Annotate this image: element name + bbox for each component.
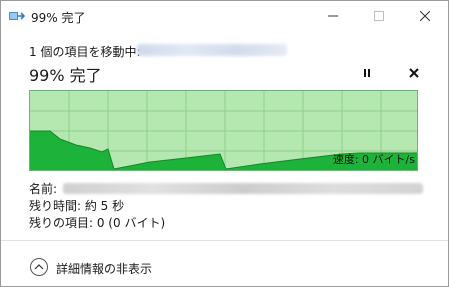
maximize-button[interactable] — [356, 1, 402, 31]
items-remaining: 残りの項目: 0 (0 バイト) — [29, 216, 166, 230]
close-icon — [409, 68, 419, 78]
move-status-label: 1 個の項目を移動中: — [29, 45, 141, 59]
minimize-icon — [328, 15, 338, 17]
redacted-file-name — [63, 183, 423, 194]
toggle-details-button[interactable] — [29, 257, 49, 277]
pause-button[interactable] — [357, 65, 377, 83]
maximize-icon — [374, 11, 384, 21]
file-operation-dialog: 99% 完了 1 個の項目を移動中: 99% 完了 速度: 0 バイト/s 名前… — [0, 0, 449, 287]
file-name-label: 名前: — [29, 182, 58, 196]
time-remaining: 残り時間: 約 5 秒 — [29, 199, 125, 213]
close-icon — [420, 11, 430, 21]
redacted-path-text — [137, 44, 287, 56]
progress-percent: 99% 完了 — [29, 66, 102, 85]
cancel-operation-button[interactable] — [404, 65, 424, 83]
minimize-button[interactable] — [310, 1, 356, 31]
speed-label: 速度: 0 バイト/s — [332, 153, 415, 166]
title-bar[interactable]: 99% 完了 — [1, 1, 448, 31]
transfer-speed-graph: 速度: 0 バイト/s — [29, 90, 418, 171]
close-window-button[interactable] — [402, 1, 448, 31]
window-title: 99% 完了 — [31, 11, 86, 25]
toggle-details-label[interactable]: 詳細情報の非表示 — [56, 260, 152, 277]
pause-icon — [364, 69, 370, 77]
footer-divider — [1, 240, 448, 241]
chevron-up-icon — [30, 258, 48, 276]
file-move-icon — [9, 12, 25, 20]
